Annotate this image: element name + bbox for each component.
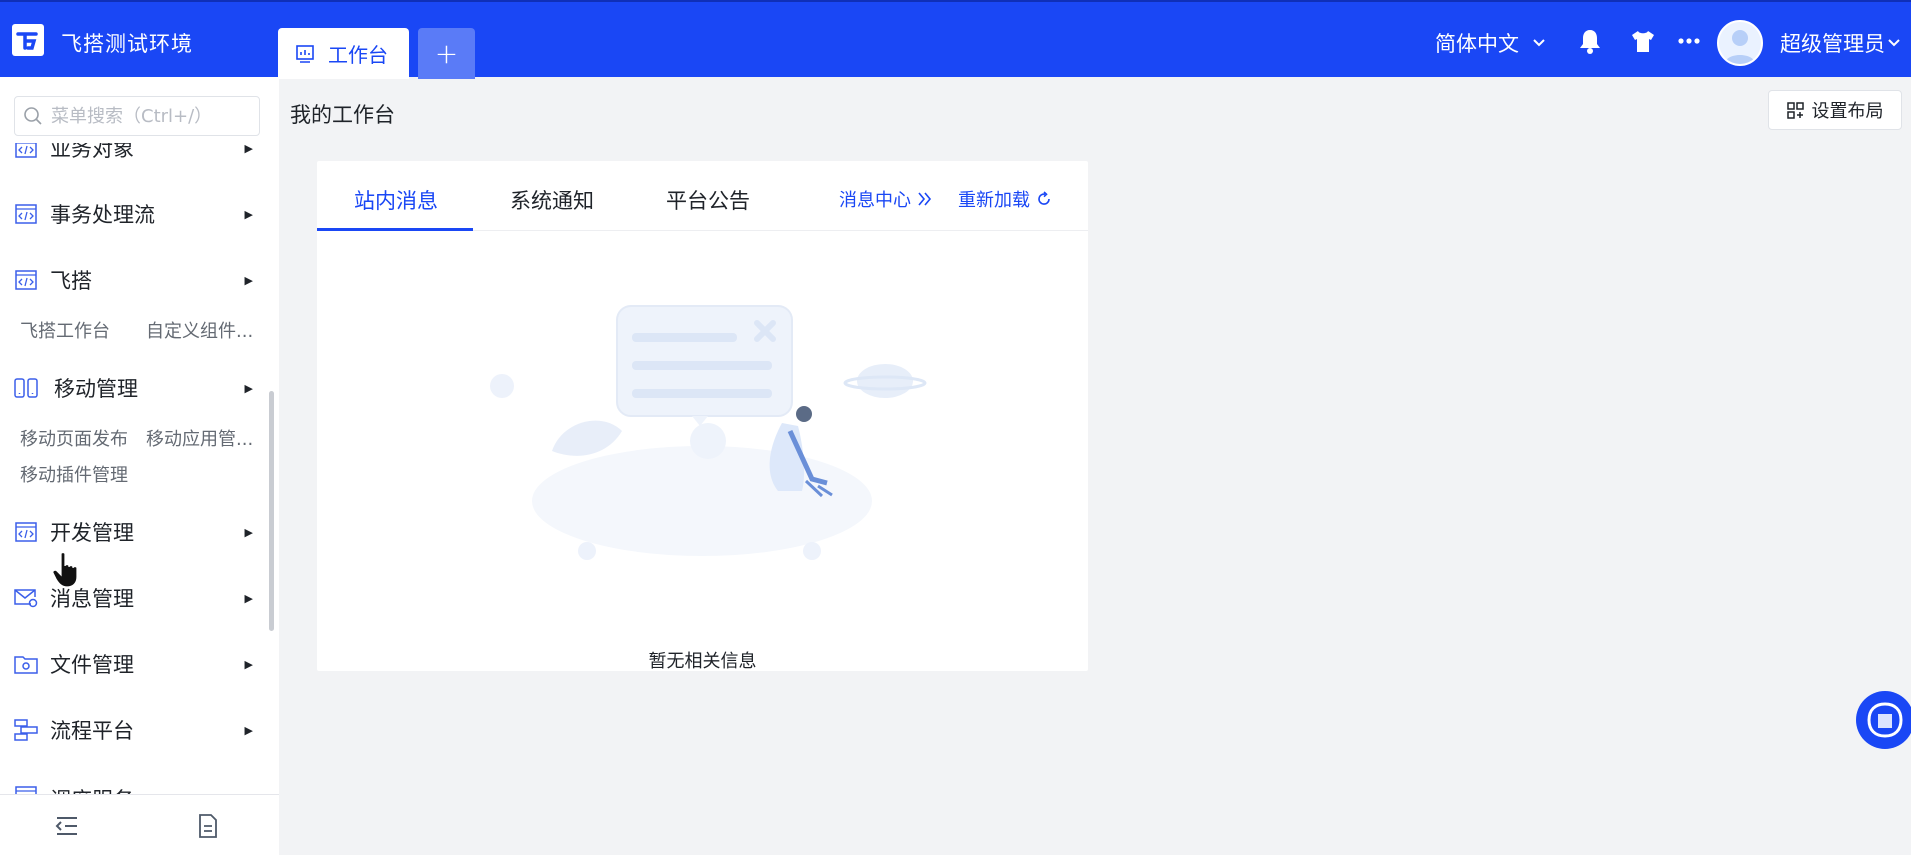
caret-right-icon: ▶ (244, 657, 253, 671)
top-header: 飞搭测试环境 工作台 + 简体中文 超级管理员 (0, 0, 1911, 79)
sidebar-item-feida[interactable]: 飞搭 ▶ (0, 260, 265, 300)
collapse-menu-icon[interactable] (54, 813, 80, 839)
hand-cursor-icon (52, 552, 78, 588)
caret-right-icon: ▶ (244, 141, 253, 155)
sidebar-subitem-feida-workbench[interactable]: 飞搭工作台 (20, 317, 110, 343)
sidebar-item-label: 飞搭 (50, 269, 92, 293)
sidebar-item-mobile-management[interactable]: 移动管理 ▶ (0, 368, 265, 408)
caret-right-icon: ▶ (244, 273, 253, 287)
sidebar-item-scheduling-service[interactable]: 调度服务 (0, 776, 265, 794)
user-name: 超级管理员 (1780, 32, 1885, 56)
sidebar-item-dev-management[interactable]: 开发管理 ▶ (0, 512, 265, 552)
language-select[interactable]: 简体中文 (1435, 28, 1545, 58)
mail-gear-icon (14, 586, 38, 610)
empty-state-text: 暂无相关信息 (648, 651, 757, 672)
add-tab-button[interactable]: + (418, 28, 475, 79)
assistant-float-button[interactable] (1856, 691, 1911, 749)
message-center-link[interactable]: 消息中心 (839, 186, 933, 212)
mobile-icon (14, 376, 38, 400)
menu-search-overlay[interactable] (14, 96, 260, 136)
app-logo-icon[interactable] (12, 24, 44, 56)
sidebar-item-label: 开发管理 (50, 521, 134, 545)
message-card: 站内消息 系统通知 平台公告 消息中心 重新加载 暂无相关信息 (317, 161, 1088, 672)
code-window-icon (14, 268, 38, 292)
caret-right-icon: ▶ (244, 207, 253, 221)
search-icon (24, 107, 42, 125)
folder-gear-icon (14, 652, 38, 676)
sidebar-item-file-management[interactable]: 文件管理 ▶ (0, 644, 265, 684)
set-layout-button[interactable]: 设置布局 (1768, 90, 1902, 130)
tab-system-notice[interactable]: 系统通知 (510, 185, 594, 215)
tab-internal-message[interactable]: 站内消息 (354, 185, 438, 215)
document-icon[interactable] (195, 813, 221, 839)
set-layout-label: 设置布局 (1811, 101, 1884, 122)
chevron-down-icon (1533, 39, 1545, 47)
empty-state-illustration (490, 305, 927, 560)
more-icon[interactable] (1674, 26, 1704, 56)
double-chevron-right-icon (918, 192, 932, 206)
sidebar-item-process-platform[interactable]: 流程平台 ▶ (0, 710, 265, 750)
code-window-icon (14, 520, 38, 544)
sidebar-item-transaction-flow[interactable]: 事务处理流 ▶ (0, 194, 265, 234)
sidebar-item-label: 调度服务 (50, 784, 134, 794)
layout-grid-icon (1786, 101, 1804, 119)
reload-label: 重新加载 (958, 190, 1030, 211)
dashboard-icon (296, 44, 314, 63)
sidebar-item-label: 流程平台 (50, 719, 134, 743)
tab-workbench[interactable]: 工作台 (278, 28, 409, 79)
sidebar-footer (0, 794, 279, 855)
sidebar-subitem-mobile-plugin-management[interactable]: 移动插件管理 (20, 461, 128, 487)
sidebar-subitem-mobile-app-management[interactable]: 移动应用管... (146, 425, 253, 451)
sidebar-item-label: 文件管理 (50, 653, 134, 677)
caret-right-icon: ▶ (244, 525, 253, 539)
tab-platform-announcement[interactable]: 平台公告 (666, 185, 750, 215)
bell-icon[interactable] (1575, 26, 1605, 56)
app-title: 飞搭测试环境 (61, 32, 193, 56)
language-label: 简体中文 (1435, 32, 1519, 56)
code-window-icon (14, 202, 38, 226)
active-tab-indicator (317, 228, 473, 231)
refresh-icon (1038, 191, 1050, 205)
theme-shirt-icon[interactable] (1628, 26, 1658, 56)
user-menu[interactable]: 超级管理员 (1780, 28, 1900, 58)
assistant-icon (1867, 702, 1903, 738)
menu-search-input[interactable] (51, 105, 251, 127)
avatar[interactable] (1717, 20, 1763, 66)
caret-right-icon: ▶ (244, 591, 253, 605)
chevron-down-icon (1888, 39, 1900, 47)
sidebar-item-label: 移动管理 (54, 377, 138, 401)
reload-link[interactable]: 重新加载 (958, 186, 1052, 212)
sidebar-item-label: 事务处理流 (50, 203, 155, 227)
sidebar-subitem-custom-component[interactable]: 自定义组件... (146, 317, 253, 343)
sidebar-subitem-mobile-page-publish[interactable]: 移动页面发布 (20, 425, 128, 451)
card-tabs: 站内消息 系统通知 平台公告 消息中心 重新加载 (317, 161, 1088, 231)
code-window-icon (14, 784, 38, 794)
page-title: 我的工作台 (290, 103, 395, 127)
sidebar-scrollbar[interactable] (269, 391, 274, 631)
sidebar-item-message-management[interactable]: 消息管理 ▶ (0, 578, 265, 618)
caret-right-icon: ▶ (244, 723, 253, 737)
sidebar: 业务对象 ▶ 事务处理流 ▶ 飞搭 ▶ 飞搭工作台 自定义组件... 移动管理 … (0, 77, 279, 855)
caret-right-icon: ▶ (244, 381, 253, 395)
message-center-label: 消息中心 (839, 190, 911, 211)
tab-workbench-label: 工作台 (328, 43, 388, 67)
flow-icon (14, 718, 38, 742)
